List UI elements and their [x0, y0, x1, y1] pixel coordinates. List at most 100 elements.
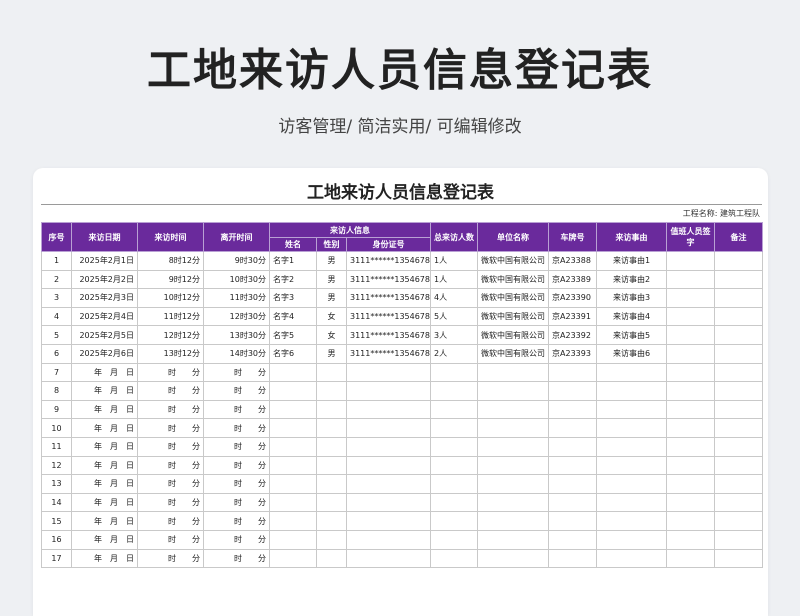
cell-id-number[interactable] — [345, 436, 432, 457]
cell-visit-date[interactable]: 年 月 日 — [71, 492, 138, 513]
cell-total-visitors[interactable] — [430, 511, 479, 531]
cell-total-visitors[interactable]: 3人 — [430, 325, 479, 345]
cell-gender[interactable]: 男 — [316, 269, 347, 290]
cell-total-visitors[interactable] — [430, 399, 479, 420]
cell-gender[interactable] — [316, 436, 347, 457]
cell-company[interactable]: 微软中国有限公司 — [477, 251, 550, 271]
cell-seq[interactable]: 10 — [41, 418, 72, 438]
cell-visit-date[interactable]: 年 月 日 — [71, 511, 138, 531]
cell-id-number[interactable] — [345, 362, 432, 383]
cell-id-number[interactable] — [345, 381, 432, 401]
cell-visit-date[interactable]: 年 月 日 — [71, 362, 138, 383]
cell-gender[interactable]: 男 — [316, 251, 347, 271]
cell-leave-time[interactable]: 12时30分 — [203, 306, 270, 327]
cell-visit-time[interactable]: 时 分 — [137, 548, 204, 569]
cell-seq[interactable]: 15 — [41, 511, 72, 531]
cell-duty-sign[interactable] — [666, 529, 716, 550]
cell-total-visitors[interactable]: 2人 — [430, 343, 479, 364]
cell-reason[interactable] — [596, 492, 668, 513]
cell-name[interactable] — [269, 455, 317, 476]
cell-duty-sign[interactable] — [666, 251, 716, 271]
cell-reason[interactable] — [596, 455, 668, 476]
cell-duty-sign[interactable] — [666, 288, 716, 308]
cell-company[interactable] — [477, 362, 550, 383]
cell-gender[interactable] — [316, 418, 347, 438]
cell-visit-date[interactable]: 2025年2月6日 — [71, 343, 138, 364]
cell-leave-time[interactable]: 时 分 — [203, 399, 270, 420]
cell-visit-time[interactable]: 时 分 — [137, 362, 204, 383]
cell-reason[interactable] — [596, 418, 668, 438]
cell-gender[interactable] — [316, 399, 347, 420]
cell-plate[interactable] — [548, 492, 598, 513]
cell-leave-time[interactable]: 14时30分 — [203, 343, 270, 364]
cell-id-number[interactable] — [345, 548, 432, 569]
cell-remark[interactable] — [714, 362, 764, 383]
cell-id-number[interactable] — [345, 474, 432, 494]
cell-remark[interactable] — [714, 548, 764, 569]
cell-remark[interactable] — [714, 474, 764, 494]
cell-company[interactable]: 微软中国有限公司 — [477, 288, 550, 308]
cell-gender[interactable] — [316, 474, 347, 494]
cell-visit-date[interactable]: 年 月 日 — [71, 436, 138, 457]
cell-total-visitors[interactable] — [430, 418, 479, 438]
cell-remark[interactable] — [714, 269, 764, 290]
cell-plate[interactable] — [548, 418, 598, 438]
cell-plate[interactable] — [548, 399, 598, 420]
cell-visit-date[interactable]: 2025年2月1日 — [71, 251, 138, 271]
cell-seq[interactable]: 5 — [41, 325, 72, 345]
cell-total-visitors[interactable] — [430, 548, 479, 569]
cell-reason[interactable] — [596, 436, 668, 457]
cell-remark[interactable] — [714, 343, 764, 364]
cell-remark[interactable] — [714, 288, 764, 308]
cell-leave-time[interactable]: 时 分 — [203, 529, 270, 550]
cell-name[interactable]: 名字4 — [269, 306, 317, 327]
cell-id-number[interactable]: 3111******13546784 — [345, 306, 432, 327]
cell-plate[interactable] — [548, 529, 598, 550]
cell-seq[interactable]: 17 — [41, 548, 72, 569]
cell-visit-time[interactable]: 11时12分 — [137, 306, 204, 327]
cell-plate[interactable] — [548, 362, 598, 383]
cell-visit-time[interactable]: 时 分 — [137, 474, 204, 494]
cell-id-number[interactable]: 3111******13546785 — [345, 325, 432, 345]
cell-duty-sign[interactable] — [666, 325, 716, 345]
cell-name[interactable]: 名字3 — [269, 288, 317, 308]
cell-total-visitors[interactable] — [430, 529, 479, 550]
cell-duty-sign[interactable] — [666, 306, 716, 327]
cell-id-number[interactable] — [345, 492, 432, 513]
cell-duty-sign[interactable] — [666, 474, 716, 494]
cell-duty-sign[interactable] — [666, 418, 716, 438]
cell-visit-date[interactable]: 年 月 日 — [71, 418, 138, 438]
cell-visit-date[interactable]: 年 月 日 — [71, 455, 138, 476]
cell-id-number[interactable] — [345, 511, 432, 531]
cell-visit-date[interactable]: 2025年2月5日 — [71, 325, 138, 345]
cell-remark[interactable] — [714, 418, 764, 438]
cell-reason[interactable]: 来访事由6 — [596, 343, 668, 364]
cell-name[interactable] — [269, 548, 317, 569]
cell-seq[interactable]: 1 — [41, 251, 72, 271]
cell-visit-time[interactable]: 9时12分 — [137, 269, 204, 290]
cell-name[interactable]: 名字1 — [269, 251, 317, 271]
cell-company[interactable] — [477, 455, 550, 476]
cell-name[interactable] — [269, 362, 317, 383]
cell-leave-time[interactable]: 时 分 — [203, 455, 270, 476]
cell-gender[interactable]: 男 — [316, 343, 347, 364]
cell-duty-sign[interactable] — [666, 381, 716, 401]
cell-id-number[interactable]: 3111******13546786 — [345, 343, 432, 364]
cell-leave-time[interactable]: 时 分 — [203, 548, 270, 569]
cell-leave-time[interactable]: 时 分 — [203, 381, 270, 401]
cell-plate[interactable]: 京A23391 — [548, 306, 598, 327]
cell-duty-sign[interactable] — [666, 492, 716, 513]
cell-leave-time[interactable]: 时 分 — [203, 474, 270, 494]
cell-company[interactable] — [477, 399, 550, 420]
cell-duty-sign[interactable] — [666, 399, 716, 420]
cell-seq[interactable]: 11 — [41, 436, 72, 457]
cell-remark[interactable] — [714, 306, 764, 327]
cell-duty-sign[interactable] — [666, 269, 716, 290]
cell-reason[interactable] — [596, 511, 668, 531]
cell-total-visitors[interactable] — [430, 474, 479, 494]
cell-name[interactable] — [269, 418, 317, 438]
cell-visit-date[interactable]: 年 月 日 — [71, 529, 138, 550]
cell-visit-time[interactable]: 时 分 — [137, 436, 204, 457]
cell-visit-time[interactable]: 时 分 — [137, 492, 204, 513]
cell-remark[interactable] — [714, 399, 764, 420]
